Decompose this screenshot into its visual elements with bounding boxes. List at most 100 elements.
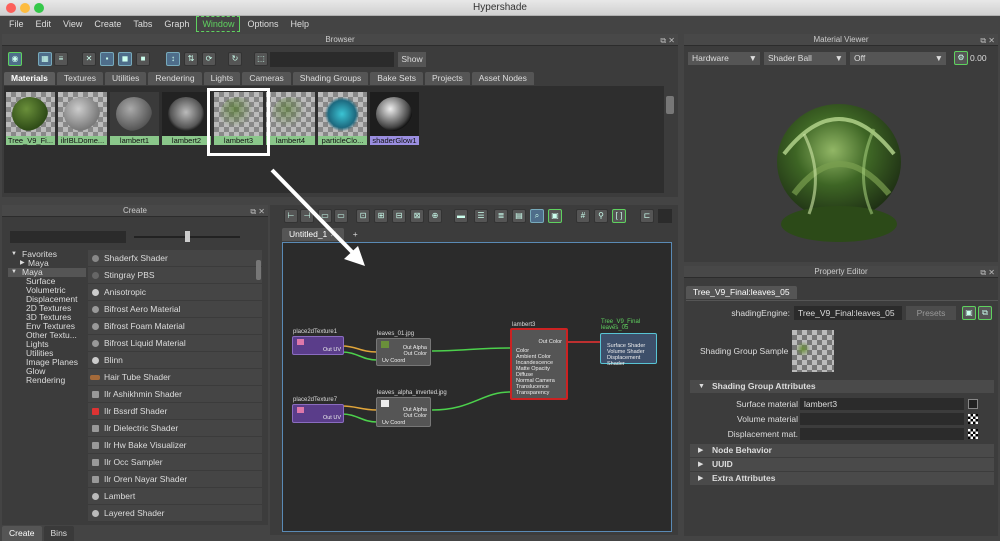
list-item[interactable]: Anisotropic bbox=[88, 284, 262, 301]
list-item[interactable]: Ilr Hw Bake Visualizer bbox=[88, 437, 262, 454]
list-item[interactable]: Hair Tube Shader bbox=[88, 369, 262, 386]
sort-type-icon[interactable]: ⇅ bbox=[184, 52, 198, 66]
checker-map-icon[interactable] bbox=[968, 429, 978, 439]
tab-bins[interactable]: Bins bbox=[43, 526, 75, 541]
category-image-planes[interactable]: Image Planes bbox=[8, 358, 86, 367]
map-button-icon[interactable] bbox=[968, 399, 978, 409]
list-item[interactable]: Lambert bbox=[88, 488, 262, 505]
graph-mode-icon[interactable]: ⊏ bbox=[640, 209, 654, 223]
tab-projects[interactable]: Projects bbox=[424, 72, 470, 85]
swatch-lambert1[interactable]: lambert1 bbox=[110, 92, 159, 145]
section-node-behavior[interactable]: ▶ Node Behavior bbox=[690, 444, 994, 457]
zoom-window-button[interactable] bbox=[34, 3, 44, 13]
view-simple-icon[interactable]: ▬ bbox=[454, 209, 468, 223]
close-window-button[interactable] bbox=[6, 3, 16, 13]
focus-icon[interactable]: ▣ bbox=[962, 306, 976, 320]
list-item[interactable]: Stingray PBS bbox=[88, 267, 262, 284]
swatch-tree-v9[interactable]: Tree_V9_Fi... bbox=[6, 92, 55, 145]
volume-material-field[interactable] bbox=[800, 413, 964, 425]
section-extra-attributes[interactable]: ▶ Extra Attributes bbox=[690, 472, 994, 485]
menu-help[interactable]: Help bbox=[285, 17, 314, 31]
list-item[interactable]: Bifrost Liquid Material bbox=[88, 335, 262, 352]
displacement-material-field[interactable] bbox=[800, 428, 964, 440]
browser-search-input[interactable] bbox=[270, 52, 394, 67]
view-connected-icon[interactable]: ☰ bbox=[474, 209, 488, 223]
tab-create[interactable]: Create bbox=[2, 526, 42, 541]
sort-name-icon[interactable]: ↕ bbox=[166, 52, 180, 66]
section-shading-group-attributes[interactable]: ▼ Shading Group Attributes bbox=[690, 380, 994, 393]
graph-add-icon[interactable]: ⊕ bbox=[428, 209, 442, 223]
small-icons-icon[interactable]: ▪ bbox=[100, 52, 114, 66]
swatch-particlecloud[interactable]: particleClo... bbox=[318, 92, 367, 145]
shape-dropdown[interactable]: Shader Ball ▼ bbox=[764, 52, 846, 65]
graph-align-icon[interactable]: ⊟ bbox=[392, 209, 406, 223]
snap-icon[interactable]: ⚲ bbox=[594, 209, 608, 223]
list-item[interactable]: Ilr Occ Sampler bbox=[88, 454, 262, 471]
swatch-lambert2[interactable]: lambert2 bbox=[162, 92, 211, 145]
show-button[interactable]: Show bbox=[398, 52, 426, 67]
menu-tabs[interactable]: Tabs bbox=[128, 17, 157, 31]
tab-lights[interactable]: Lights bbox=[203, 72, 241, 85]
node-shading-group[interactable]: Tree_V9_Final leaves_05 Surface Shader V… bbox=[600, 319, 657, 367]
renderer-dropdown[interactable]: Hardware ▼ bbox=[688, 52, 760, 65]
panel-float-close-icon[interactable]: ⧉ ✕ bbox=[980, 35, 995, 47]
node-place2dtexture7[interactable]: place2dTexture7 Out UV bbox=[292, 397, 344, 423]
graph-search-icon[interactable]: ⌕ bbox=[530, 209, 544, 223]
refresh-icon[interactable]: ⟳ bbox=[202, 52, 216, 66]
tab-shading-groups[interactable]: Shading Groups bbox=[292, 72, 369, 85]
clear-icon[interactable]: ✕ bbox=[82, 52, 96, 66]
checker-map-icon[interactable] bbox=[968, 414, 978, 424]
grid-view-icon[interactable]: ▦ bbox=[38, 52, 52, 66]
node-place2dtexture1[interactable]: place2dTexture1 Out UV bbox=[292, 329, 344, 355]
list-item[interactable]: Bifrost Aero Material bbox=[88, 301, 262, 318]
node-graph-canvas[interactable] bbox=[282, 242, 672, 532]
bracket-icon[interactable]: [ ] bbox=[612, 209, 626, 223]
medium-icons-icon[interactable]: ◼ bbox=[118, 52, 132, 66]
tab-tree-v9-final-leaves-05[interactable]: Tree_V9_Final:leaves_05 bbox=[686, 286, 797, 299]
swatch-lambert4[interactable]: lambert4 bbox=[266, 92, 315, 145]
category-rendering[interactable]: Rendering bbox=[8, 376, 86, 385]
list-item[interactable]: Ilr Dielectric Shader bbox=[88, 420, 262, 437]
exposure-value[interactable]: 0.00 bbox=[970, 52, 996, 65]
list-view-icon[interactable]: ≡ bbox=[54, 52, 68, 66]
menu-graph[interactable]: Graph bbox=[159, 17, 194, 31]
swatch-ilribldome[interactable]: ilrIBLDome... bbox=[58, 92, 107, 145]
large-icons-icon[interactable]: ■ bbox=[136, 52, 150, 66]
swatch-toggle-icon[interactable]: ▣ bbox=[548, 209, 562, 223]
list-item[interactable]: Bifrost Foam Material bbox=[88, 318, 262, 335]
swatch-shaderglow1[interactable]: shaderGlow1 bbox=[370, 92, 419, 145]
menu-create[interactable]: Create bbox=[89, 17, 126, 31]
panel-float-close-icon[interactable]: ⧉ ✕ bbox=[980, 267, 995, 279]
copy-tab-icon[interactable]: ⧉ bbox=[978, 306, 992, 320]
list-item[interactable]: Ilr Ashikhmin Shader bbox=[88, 386, 262, 403]
view-custom-icon[interactable]: ▤ bbox=[512, 209, 526, 223]
toggle-icon[interactable]: ◉ bbox=[8, 52, 22, 66]
tab-textures[interactable]: Textures bbox=[56, 72, 103, 85]
create-search-input[interactable] bbox=[10, 231, 126, 243]
tab-bake-sets[interactable]: Bake Sets bbox=[370, 72, 423, 85]
graph-rearrange-icon[interactable]: ⊠ bbox=[410, 209, 424, 223]
list-item[interactable]: Blinn bbox=[88, 352, 262, 369]
panel-float-close-icon[interactable]: ⧉ ✕ bbox=[660, 35, 675, 47]
list-item[interactable]: Ilr Bssrdf Shader bbox=[88, 403, 262, 420]
list-item[interactable]: Layered Shader bbox=[88, 505, 262, 522]
tab-cameras[interactable]: Cameras bbox=[242, 72, 291, 85]
node-name-field[interactable]: Tree_V9_Final:leaves_05 bbox=[794, 306, 902, 320]
create-list-scrollbar[interactable] bbox=[256, 260, 261, 280]
filter-icon[interactable]: ⬚ bbox=[254, 52, 268, 66]
surface-material-field[interactable]: lambert3 bbox=[800, 398, 964, 410]
tab-utilities[interactable]: Utilities bbox=[104, 72, 147, 85]
tab-asset-nodes[interactable]: Asset Nodes bbox=[471, 72, 534, 85]
list-item[interactable]: Ilr Oren Nayar Shader bbox=[88, 471, 262, 488]
menu-view[interactable]: View bbox=[58, 17, 87, 31]
grid-toggle-icon[interactable]: # bbox=[576, 209, 590, 223]
presets-button[interactable]: Presets bbox=[906, 306, 956, 320]
environment-dropdown[interactable]: Off ▼ bbox=[850, 52, 946, 65]
render-icon[interactable]: ⚙ bbox=[954, 51, 968, 65]
menu-file[interactable]: File bbox=[4, 17, 29, 31]
menu-edit[interactable]: Edit bbox=[31, 17, 57, 31]
section-uuid[interactable]: ▶ UUID bbox=[690, 458, 994, 471]
category-maya[interactable]: ▼ Maya bbox=[8, 268, 86, 277]
tab-rendering[interactable]: Rendering bbox=[148, 72, 202, 85]
node-lambert3[interactable]: lambert3 Out Color Color Ambient Color I… bbox=[510, 322, 568, 400]
